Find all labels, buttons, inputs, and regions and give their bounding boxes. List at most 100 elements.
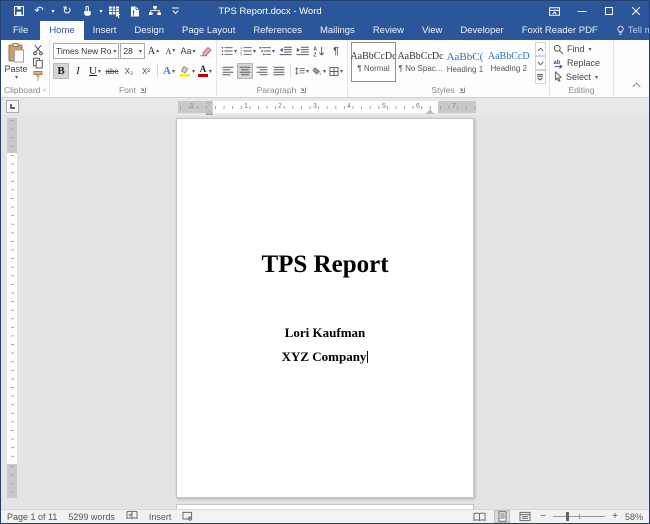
undo-dropdown-icon[interactable]: ▾ (49, 8, 57, 15)
page-indicator[interactable]: Page 1 of 11 (7, 512, 57, 522)
select-button[interactable]: Select▾ (553, 70, 610, 84)
increase-indent-button[interactable] (294, 43, 310, 59)
print-layout-icon[interactable] (494, 510, 510, 523)
document-page[interactable]: TPS Report Lori Kaufman XYZ Company (176, 118, 474, 498)
word-count[interactable]: 5299 words (68, 512, 115, 522)
bullets-button[interactable]: ▾ (220, 43, 238, 59)
undo-icon[interactable]: ↶ (29, 1, 49, 21)
multilevel-list-icon (259, 46, 271, 56)
superscript-button[interactable]: X² (138, 63, 154, 79)
paragraph-dialog-launcher-icon[interactable] (299, 86, 307, 94)
grow-font-button[interactable]: A▲ (146, 43, 162, 59)
tab-stop-selector[interactable] (6, 100, 19, 113)
decrease-indent-button[interactable] (277, 43, 293, 59)
save-icon[interactable] (9, 1, 29, 21)
maximize-icon[interactable] (595, 1, 622, 21)
shading-button[interactable]: ▾ (311, 63, 327, 79)
macro-record-icon[interactable] (182, 511, 193, 523)
tab-page-layout[interactable]: Page Layout (173, 21, 244, 40)
styles-scroll-down-icon[interactable] (535, 56, 546, 70)
tab-home[interactable]: Home (40, 21, 83, 40)
lightbulb-icon (616, 25, 625, 37)
multilevel-list-button[interactable]: ▾ (258, 43, 276, 59)
copy-button[interactable] (30, 56, 46, 69)
tab-insert[interactable]: Insert (84, 21, 126, 40)
org-chart-icon[interactable] (145, 1, 165, 21)
tab-file[interactable]: File (1, 21, 40, 40)
replace-button[interactable]: ab Replace (553, 56, 610, 70)
align-right-icon (256, 66, 268, 76)
close-icon[interactable] (622, 1, 649, 21)
subscript-button[interactable]: X₂ (121, 63, 137, 79)
tab-developer[interactable]: Developer (451, 21, 512, 40)
minimize-icon[interactable] (568, 1, 595, 21)
tab-design[interactable]: Design (125, 21, 173, 40)
align-right-button[interactable] (254, 63, 270, 79)
zoom-level[interactable]: 58% (625, 512, 643, 522)
text-highlight-button[interactable]: ▾ (178, 63, 196, 79)
sort-button[interactable]: AZ (311, 43, 327, 59)
font-color-button[interactable]: A▾ (197, 63, 213, 79)
paste-dropdown-icon[interactable]: ▾ (15, 74, 18, 81)
style-heading-2[interactable]: AaBbCcD Heading 2 (487, 42, 531, 82)
zoom-slider[interactable] (553, 516, 605, 517)
format-painter-button[interactable] (30, 69, 46, 82)
style-heading-1[interactable]: AaBbC( Heading 1 (445, 42, 485, 82)
first-line-indent-marker[interactable] (205, 101, 213, 106)
font-dialog-launcher-icon[interactable] (139, 86, 147, 94)
style-no-spacing[interactable]: AaBbCcDc ¶ No Spac... (398, 42, 443, 82)
document-area[interactable]: TPS Report Lori Kaufman XYZ Company (1, 115, 649, 509)
touch-mode-icon[interactable] (77, 1, 97, 21)
bold-button[interactable]: B (53, 63, 69, 79)
clear-formatting-button[interactable] (197, 43, 213, 59)
strikethrough-button[interactable]: abc (104, 63, 120, 79)
vertical-ruler (7, 118, 17, 498)
align-left-button[interactable] (220, 63, 236, 79)
font-size-combobox[interactable]: 28▾ (120, 43, 145, 59)
collapse-ribbon-icon[interactable] (632, 75, 641, 93)
show-paragraph-marks-button[interactable]: ¶ (328, 43, 344, 59)
horizontal-ruler: 1 1 2 3 4 5 6 7 (178, 101, 476, 113)
styles-gallery-more-icon[interactable] (535, 70, 546, 84)
shrink-font-button[interactable]: A▼ (163, 43, 179, 59)
tab-references[interactable]: References (244, 21, 311, 40)
new-document-icon[interactable] (125, 1, 145, 21)
ribbon-display-options-icon[interactable] (541, 1, 568, 21)
align-center-button[interactable] (237, 63, 253, 79)
redo-icon[interactable]: ↻ (57, 1, 77, 21)
zoom-out-icon[interactable]: − (540, 512, 546, 522)
customize-qat-icon[interactable] (165, 1, 185, 21)
group-styles: AaBbCcDc ¶ Normal AaBbCcDc ¶ No Spac... … (348, 40, 550, 97)
numbering-button[interactable]: 123▾ (239, 43, 257, 59)
read-mode-icon[interactable] (471, 510, 487, 523)
clipboard-dialog-launcher-icon[interactable] (43, 86, 46, 94)
zoom-in-icon[interactable]: + (612, 512, 618, 522)
change-case-button[interactable]: Aa▾ (180, 43, 196, 59)
tab-foxit-reader-pdf[interactable]: Foxit Reader PDF (513, 21, 607, 40)
zoom-slider-thumb[interactable] (566, 512, 569, 521)
styles-dialog-launcher-icon[interactable] (458, 86, 466, 94)
tell-me-box[interactable]: Tell me (607, 21, 650, 40)
cut-button[interactable] (30, 43, 46, 56)
find-button[interactable]: Find▾ (553, 42, 610, 56)
tab-view[interactable]: View (413, 21, 451, 40)
style-normal[interactable]: AaBbCcDc ¶ Normal (351, 42, 396, 82)
line-spacing-button[interactable]: ▾ (294, 63, 310, 79)
touch-mode-dropdown-icon[interactable]: ▾ (97, 8, 105, 15)
tab-review[interactable]: Review (364, 21, 413, 40)
font-name-combobox[interactable]: Times New Ro▾ (53, 43, 119, 59)
proofing-icon[interactable] (126, 510, 138, 523)
borders-button[interactable]: ▾ (328, 63, 344, 79)
table-select-icon[interactable] (105, 1, 125, 21)
justify-button[interactable] (271, 63, 287, 79)
paste-button[interactable]: Paste ▾ (4, 42, 28, 83)
underline-button[interactable]: U▾ (87, 63, 103, 79)
italic-button[interactable]: I (70, 63, 86, 79)
text-effects-button[interactable]: A▾ (161, 63, 177, 79)
tab-mailings[interactable]: Mailings (311, 21, 364, 40)
right-indent-marker[interactable] (426, 109, 434, 114)
web-layout-icon[interactable] (517, 510, 533, 523)
insert-mode[interactable]: Insert (149, 512, 172, 522)
paragraph-group-label: Paragraph (257, 85, 297, 95)
styles-scroll-up-icon[interactable] (535, 42, 546, 56)
